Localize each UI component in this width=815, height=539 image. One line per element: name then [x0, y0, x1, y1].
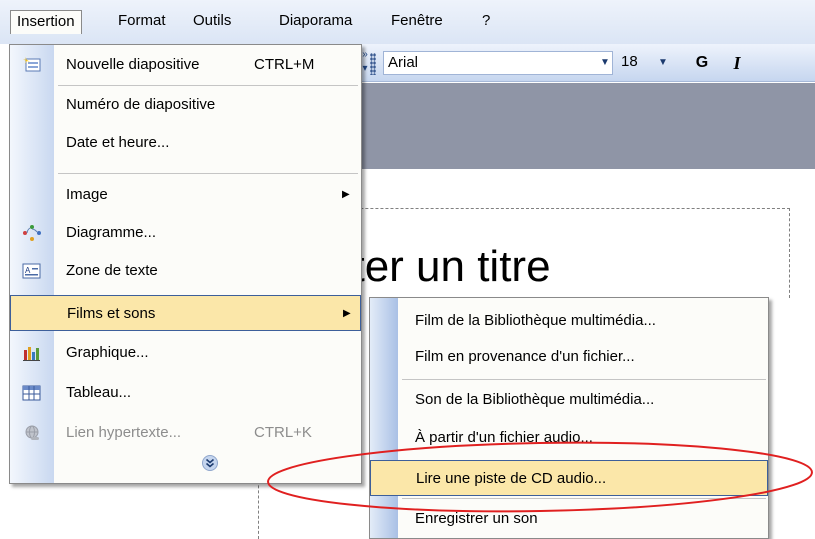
bold-button[interactable]: G: [690, 51, 714, 75]
menu-outils[interactable]: Outils: [187, 10, 237, 34]
submenu-item-enregistrer-son[interactable]: Enregistrer un son: [370, 501, 768, 537]
submenu-item-label: À partir d'un fichier audio...: [415, 429, 593, 446]
formatting-toolbar: » ▾ Arial ▼ 18 ▼ G I: [360, 44, 815, 82]
font-name-combobox[interactable]: Arial: [383, 51, 613, 75]
diagram-icon: [22, 224, 42, 242]
menu-item-label: Nouvelle diapositive: [66, 56, 200, 73]
menu-item-image[interactable]: Image ▶: [10, 177, 361, 213]
submenu-item-label: Enregistrer un son: [415, 510, 538, 527]
menu-diaporama[interactable]: Diaporama: [273, 10, 358, 34]
submenu-item-film-fichier[interactable]: Film en provenance d'un fichier...: [370, 339, 768, 375]
menu-item-label: Tableau...: [66, 384, 132, 401]
font-name-value: Arial: [388, 54, 419, 71]
menu-item-tableau[interactable]: Tableau...: [10, 375, 361, 411]
size-dropdown-arrow-icon[interactable]: ▼: [654, 51, 672, 75]
menu-item-label: Image: [66, 186, 108, 203]
submenu-item-piste-cd-audio[interactable]: Lire une piste de CD audio...: [370, 460, 768, 496]
menu-item-zone-texte[interactable]: A Zone de texte: [10, 253, 361, 289]
submenu-arrow-icon: ▶: [343, 308, 351, 319]
menu-item-label: Graphique...: [66, 344, 149, 361]
submenu-item-fichier-audio[interactable]: À partir d'un fichier audio...: [370, 420, 768, 456]
chart-icon: [22, 344, 42, 362]
hyperlink-icon: [22, 424, 42, 442]
menu-format[interactable]: Format: [112, 10, 172, 34]
menu-item-label: Diagramme...: [66, 224, 157, 241]
menu-item-films-sons[interactable]: Films et sons ▶: [10, 295, 361, 331]
submenu-arrow-icon: ▶: [342, 189, 350, 200]
submenu-separator: [402, 498, 766, 499]
font-dropdown-arrow-icon[interactable]: ▼: [596, 51, 614, 75]
italic-button[interactable]: I: [725, 51, 749, 75]
submenu-item-label: Film en provenance d'un fichier...: [415, 348, 635, 365]
menu-item-label: Date et heure...: [66, 134, 170, 151]
svg-text:A: A: [25, 266, 31, 275]
menu-insertion[interactable]: Insertion: [10, 10, 82, 34]
menu-item-label: Lien hypertexte...: [66, 424, 182, 441]
submenu-item-son-bibliotheque[interactable]: Son de la Bibliothèque multimédia...: [370, 382, 768, 418]
menu-item-numero-diapositive[interactable]: Numéro de diapositive: [10, 87, 361, 123]
menu-item-graphique[interactable]: Graphique...: [10, 335, 361, 371]
title-placeholder-border-right: [789, 208, 790, 298]
submenu-separator: [402, 379, 766, 380]
menu-item-nouvelle-diapositive[interactable]: Nouvelle diapositive CTRL+M: [10, 47, 361, 83]
submenu-item-film-bibliotheque[interactable]: Film de la Bibliothèque multimédia...: [370, 303, 768, 339]
menu-bar: Insertion Format Outils Diaporama Fenêtr…: [0, 0, 815, 44]
menu-item-diagramme[interactable]: Diagramme...: [10, 215, 361, 251]
workspace-background: [360, 83, 815, 169]
new-slide-icon: [22, 56, 42, 74]
menu-item-lien-hypertexte[interactable]: Lien hypertexte... CTRL+K: [10, 415, 361, 451]
menu-separator: [58, 85, 358, 86]
menu-fenetre[interactable]: Fenêtre: [385, 10, 449, 34]
films-sons-submenu: Film de la Bibliothèque multimédia... Fi…: [369, 297, 769, 539]
table-icon: [22, 384, 42, 402]
menu-separator: [58, 173, 358, 174]
submenu-item-label: Film de la Bibliothèque multimédia...: [415, 312, 656, 329]
submenu-item-label: Son de la Bibliothèque multimédia...: [415, 391, 655, 408]
menu-item-shortcut: CTRL+K: [254, 424, 312, 441]
menu-help[interactable]: ?: [476, 10, 496, 34]
submenu-item-label: Lire une piste de CD audio...: [416, 470, 607, 487]
toolbar-grip-handle[interactable]: [370, 53, 376, 75]
chevron-double-down-icon[interactable]: [202, 455, 218, 471]
menu-item-label: Numéro de diapositive: [66, 96, 216, 113]
menu-item-label: Zone de texte: [66, 262, 158, 279]
text-box-icon: A: [22, 262, 42, 280]
insertion-menu: Nouvelle diapositive CTRL+M Numéro de di…: [9, 44, 362, 484]
menu-item-shortcut: CTRL+M: [254, 56, 315, 73]
font-size-value: 18: [621, 53, 638, 70]
menu-item-date-heure[interactable]: Date et heure...: [10, 125, 361, 161]
menu-item-label: Films et sons: [67, 305, 156, 322]
